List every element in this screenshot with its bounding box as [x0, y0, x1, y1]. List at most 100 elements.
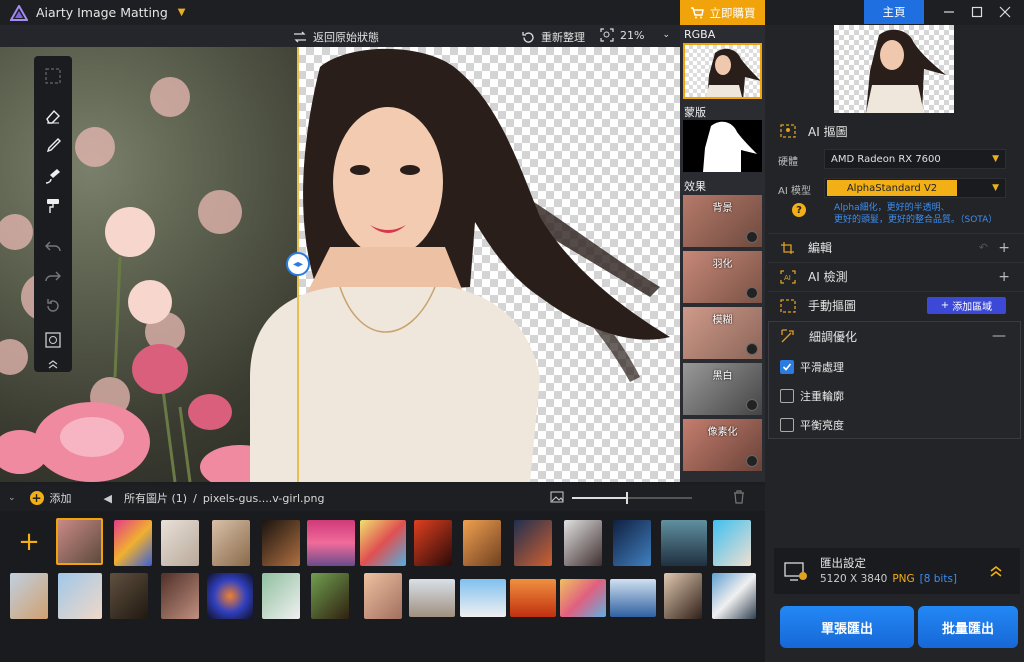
gallery-thumb[interactable] — [460, 579, 506, 617]
buy-now-button[interactable]: 立即購買 — [680, 0, 765, 25]
option-brightness[interactable]: 平衡亮度 — [780, 417, 844, 433]
gallery-thumb[interactable] — [664, 573, 702, 619]
gallery-thumb[interactable] — [212, 520, 250, 566]
select-region-icon[interactable] — [41, 64, 65, 88]
rgba-thumbnail[interactable] — [683, 43, 762, 99]
trash-icon[interactable] — [733, 490, 745, 504]
effect-pixelate[interactable]: 像素化 — [683, 419, 762, 471]
zoom-value: 21% — [620, 28, 645, 42]
option-smoothing[interactable]: 平滑處理 — [780, 359, 844, 375]
gallery-thumb[interactable] — [613, 520, 651, 566]
gallery-thumb[interactable] — [510, 579, 556, 617]
gallery-thumb[interactable] — [56, 518, 103, 565]
gallery-thumb[interactable] — [364, 573, 402, 619]
gallery-thumb[interactable] — [610, 579, 656, 617]
breadcrumb-all[interactable]: 所有圖片 (1) — [124, 490, 187, 506]
gallery-thumb[interactable] — [262, 520, 300, 566]
undo-icon[interactable]: ↶ — [979, 241, 988, 254]
gallery-thumb[interactable] — [463, 520, 501, 566]
redo-icon[interactable] — [41, 264, 65, 288]
zoom-control[interactable]: 21% ⌄ — [600, 28, 670, 42]
effect-label: 模糊 — [712, 315, 733, 326]
hardware-select[interactable]: AMD Radeon RX 7600 ▼ — [824, 149, 1006, 169]
effect-toggle[interactable] — [746, 287, 758, 299]
batch-export-button[interactable]: 批量匯出 — [918, 606, 1018, 648]
undo-icon[interactable] — [41, 234, 65, 258]
effect-black-white[interactable]: 黑白 — [683, 363, 762, 415]
gallery-thumb[interactable] — [713, 520, 751, 566]
export-settings[interactable]: 匯出設定 5120 X 3840 PNG [8 bits] — [774, 548, 1020, 594]
add-images-button[interactable]: + 添加 — [29, 490, 72, 506]
collapse-up-icon[interactable] — [41, 352, 65, 376]
gallery-thumb[interactable] — [712, 573, 756, 619]
effect-toggle[interactable] — [746, 343, 758, 355]
add-image-icon[interactable]: + — [8, 521, 50, 563]
export-format: PNG — [892, 573, 915, 585]
model-select[interactable]: AlphaStandard V2 ▼ — [824, 178, 1006, 198]
image-gallery: + — [0, 511, 765, 662]
edit-section[interactable]: 編輯 ↶ + — [768, 233, 1024, 261]
effects-label: 效果 — [684, 180, 706, 193]
effect-toggle[interactable] — [746, 399, 758, 411]
collapse-icon[interactable]: — — [992, 328, 1006, 344]
eraser-icon[interactable] — [41, 104, 65, 128]
gallery-thumb[interactable] — [58, 573, 102, 619]
app-title: Aiarty Image Matting — [36, 5, 168, 20]
buy-now-label: 立即購買 — [709, 5, 756, 20]
checkbox-icon[interactable] — [780, 418, 794, 432]
plus-icon[interactable]: + — [998, 269, 1010, 285]
ai-detect-section[interactable]: AI AI 檢測 + — [768, 262, 1024, 290]
checkbox-icon[interactable] — [780, 389, 794, 403]
gallery-thumb[interactable] — [514, 520, 552, 566]
effect-toggle[interactable] — [746, 455, 758, 467]
paint-roller-icon[interactable] — [41, 194, 65, 218]
chevron-down-icon[interactable]: ▼ — [178, 7, 186, 18]
revert-button[interactable]: 返回原始狀態 — [293, 29, 379, 45]
zoom-fit-icon — [600, 28, 614, 42]
checkbox-checked-icon[interactable] — [780, 360, 794, 374]
gallery-thumb[interactable] — [110, 573, 148, 619]
gallery-thumb[interactable] — [560, 579, 606, 617]
add-region-button[interactable]: + 添加區域 — [927, 297, 1006, 314]
gallery-thumb[interactable] — [161, 520, 199, 566]
gallery-thumb[interactable] — [161, 573, 199, 619]
cart-icon — [690, 6, 704, 18]
reset-button[interactable]: 重新整理 — [522, 29, 585, 45]
gallery-thumb[interactable] — [311, 573, 349, 619]
effect-background[interactable]: 背景 — [683, 195, 762, 247]
image-canvas[interactable]: ◂▸ — [0, 47, 680, 482]
brush-icon[interactable] — [41, 134, 65, 158]
mask-thumbnail[interactable] — [683, 120, 762, 172]
option-contour[interactable]: 注重輪廓 — [780, 388, 844, 404]
compare-handle-icon[interactable]: ◂▸ — [286, 252, 310, 276]
gallery-thumb[interactable] — [409, 579, 455, 617]
maximize-icon[interactable] — [962, 0, 992, 24]
single-export-button[interactable]: 單張匯出 — [780, 606, 914, 648]
gallery-thumb[interactable] — [262, 573, 300, 619]
back-arrow-icon[interactable]: ◀ — [104, 492, 112, 505]
effect-toggle[interactable] — [746, 231, 758, 243]
gallery-thumb[interactable] — [564, 520, 602, 566]
refine-header[interactable]: 細調優化 — — [769, 322, 1020, 350]
effect-blur[interactable]: 模糊 — [683, 307, 762, 359]
thumbnail-size-slider[interactable] — [572, 492, 692, 504]
gallery-thumb[interactable] — [661, 520, 707, 566]
history-icon[interactable] — [41, 294, 65, 318]
home-button[interactable]: 主頁 — [864, 0, 924, 24]
help-icon[interactable]: ? — [792, 203, 806, 217]
refine-title: 細調優化 — [809, 329, 858, 344]
plus-icon[interactable]: + — [998, 240, 1010, 256]
gallery-thumb[interactable] — [114, 520, 152, 566]
minimize-icon[interactable] — [934, 0, 964, 24]
compare-view-icon[interactable] — [41, 328, 65, 352]
gallery-thumb[interactable] — [207, 573, 253, 619]
smear-icon[interactable] — [41, 164, 65, 188]
close-icon[interactable] — [990, 0, 1020, 24]
gallery-thumb[interactable] — [414, 520, 452, 566]
collapse-down-icon[interactable]: ⌄ — [8, 493, 16, 503]
gallery-thumb[interactable] — [360, 520, 406, 566]
gallery-thumb[interactable] — [10, 573, 48, 619]
effect-feather[interactable]: 羽化 — [683, 251, 762, 303]
gallery-thumb[interactable] — [307, 520, 355, 566]
expand-up-icon[interactable] — [989, 564, 1003, 578]
